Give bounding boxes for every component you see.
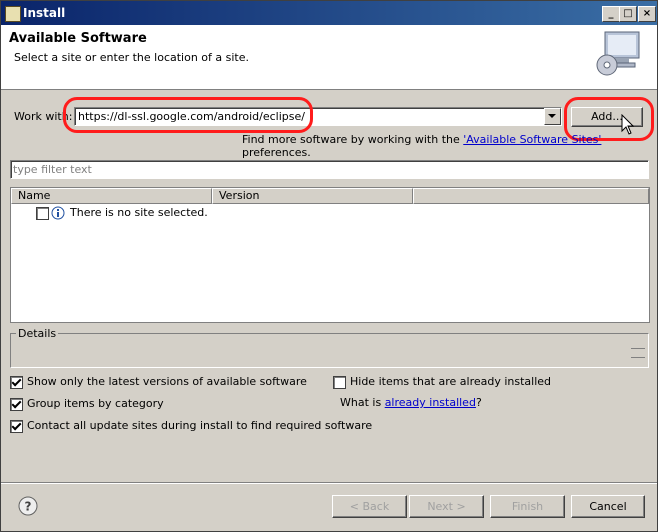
close-button[interactable]: × (638, 6, 656, 22)
next-button[interactable]: Next > (409, 495, 484, 518)
minimize-button[interactable]: _ (602, 6, 620, 22)
already-installed-link[interactable]: already installed (385, 396, 476, 409)
show-latest-label: Show only the latest versions of availab… (27, 375, 307, 388)
highlight-annotation-url (63, 97, 313, 133)
hide-installed-label: Hide items that are already installed (350, 375, 552, 388)
contact-sites-label: Contact all update sites during install … (27, 419, 373, 432)
help-icon[interactable]: ? (18, 496, 38, 516)
row-text: There is no site selected. (70, 206, 208, 219)
finish-button[interactable]: Finish (490, 495, 565, 518)
show-latest-checkbox[interactable] (10, 376, 23, 389)
details-group (10, 333, 649, 368)
column-header-name[interactable]: Name (11, 188, 212, 204)
window-app-icon (5, 6, 21, 22)
maximize-button[interactable]: □ (619, 6, 637, 22)
title-bar[interactable]: Install _ □ × (1, 1, 657, 25)
install-dialog: Install _ □ × Available Software Select … (0, 0, 658, 532)
details-label: Details (16, 327, 59, 340)
available-software-sites-link[interactable]: 'Available Software Sites' (463, 133, 601, 146)
cancel-button[interactable]: Cancel (571, 495, 645, 518)
header-banner: Available Software Select a site or ente… (1, 25, 657, 90)
find-more-text: Find more software by working with the '… (242, 133, 602, 159)
details-toggle-icon[interactable] (631, 348, 645, 358)
group-items-label: Group items by category (27, 397, 164, 410)
row-checkbox[interactable] (36, 207, 49, 220)
install-monitor-icon (596, 31, 640, 76)
back-button[interactable]: < Back (332, 495, 407, 518)
chevron-down-icon[interactable] (544, 108, 561, 125)
footer-separator (1, 482, 657, 484)
column-header-filler (413, 188, 649, 204)
group-items-checkbox[interactable] (10, 398, 23, 411)
hide-installed-checkbox[interactable] (333, 376, 346, 389)
filter-input[interactable]: type filter text (10, 160, 649, 179)
table-row[interactable]: There is no site selected. (11, 205, 641, 221)
what-is-installed-text: What is already installed? (340, 396, 482, 409)
contact-sites-checkbox[interactable] (10, 420, 23, 433)
filter-placeholder: type filter text (13, 163, 92, 176)
page-subtitle: Select a site or enter the location of a… (14, 51, 250, 64)
window-title: Install (23, 6, 66, 20)
column-header-version[interactable]: Version (212, 188, 413, 204)
info-icon (51, 206, 65, 220)
software-table[interactable]: Name Version There is no site selected. (10, 187, 650, 323)
svg-text:?: ? (25, 500, 32, 514)
page-title: Available Software (9, 31, 147, 46)
